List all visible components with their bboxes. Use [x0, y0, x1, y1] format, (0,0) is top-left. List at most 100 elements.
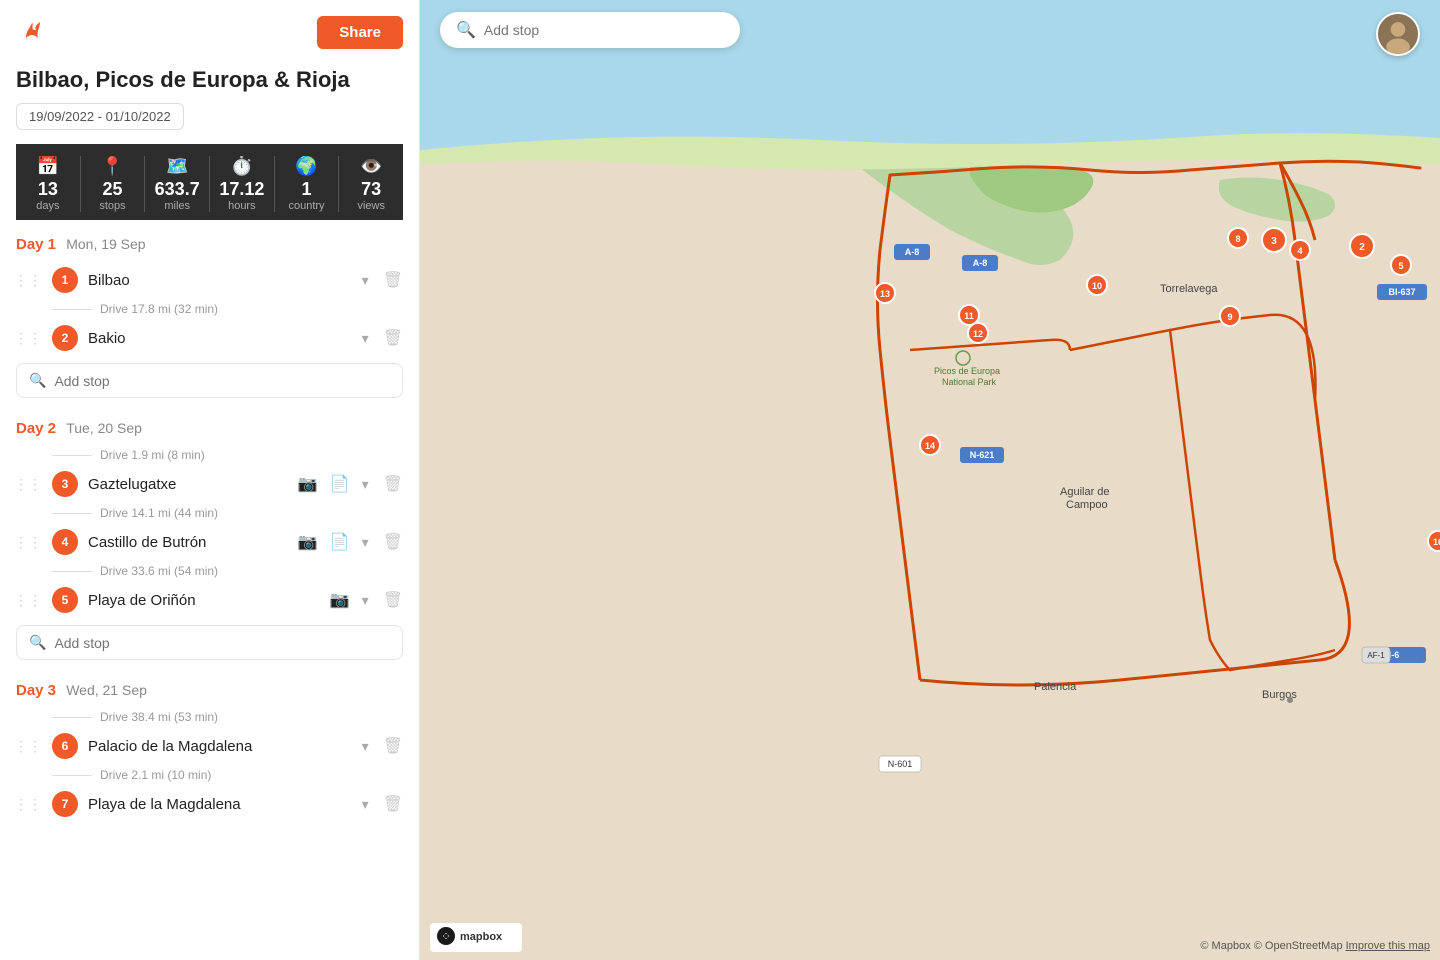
stop-bakio-button[interactable]: Bakio: [84, 330, 352, 347]
table-row: ⋮⋮ 2 Bakio ▾ 🗑: [0, 319, 419, 357]
clock-icon: ⏱️: [231, 156, 253, 177]
drive-info-3-4: Drive 14.1 mi (44 min): [0, 503, 419, 523]
stat-country-value: 1: [302, 180, 312, 200]
stat-hours: ⏱️ 17.12 hours: [210, 156, 275, 212]
day-1-section: Day 1 Mon, 19 Sep ⋮⋮ 1 Bilbao ▾ 🗑 Drive …: [0, 220, 419, 398]
svg-text:11: 11: [964, 311, 974, 321]
svg-text:N-621: N-621: [970, 450, 995, 460]
drag-handle[interactable]: ⋮⋮: [10, 476, 46, 493]
day-2-label: Day 2: [16, 420, 56, 437]
drag-handle[interactable]: ⋮⋮: [10, 592, 46, 609]
trip-title: Bilbao, Picos de Europa & Rioja: [16, 67, 403, 93]
drag-handle[interactable]: ⋮⋮: [10, 330, 46, 347]
svg-text:5: 5: [1398, 261, 1403, 271]
stat-days-label: days: [36, 200, 59, 212]
stop-castillo-button[interactable]: Castillo de Butrón: [84, 534, 288, 551]
calendar-icon: 📅: [37, 156, 59, 177]
stop-1-actions: ▾ 🗑: [358, 268, 409, 292]
expand-stop-4-button[interactable]: ▾: [358, 532, 373, 553]
note-icon-3[interactable]: 📄: [326, 472, 354, 496]
map-area: 🔍: [420, 0, 1440, 960]
stat-stops-value: 25: [102, 180, 122, 200]
svg-text:12: 12: [973, 329, 983, 339]
photo-icon-3[interactable]: 📷: [294, 472, 322, 496]
stop-number-2: 2: [52, 325, 78, 351]
mapbox-attribution: © Mapbox © OpenStreetMap: [1200, 940, 1345, 952]
stop-5-actions: 📷 ▾ 🗑: [326, 588, 409, 612]
mapbox-logo: mapbox: [430, 923, 522, 952]
svg-text:8: 8: [1235, 234, 1240, 244]
stop-orion-button[interactable]: Playa de Oriñón: [84, 592, 320, 609]
table-row: ⋮⋮ 3 Gaztelugatxe 📷 📄 ▾ 🗑: [0, 465, 419, 503]
table-row: ⋮⋮ 6 Palacio de la Magdalena ▾ 🗑: [0, 727, 419, 765]
day-2-header: Day 2 Tue, 20 Sep: [0, 404, 419, 445]
delete-stop-6-button[interactable]: 🗑: [377, 734, 409, 758]
map-search-input[interactable]: [484, 22, 724, 38]
search-icon: 🔍: [456, 20, 476, 40]
drag-handle[interactable]: ⋮⋮: [10, 796, 46, 813]
svg-text:3: 3: [1271, 236, 1277, 247]
stop-playa-magdalena-button[interactable]: Playa de la Magdalena: [84, 796, 352, 813]
stat-hours-value: 17.12: [219, 180, 264, 200]
stop-gaztelugatxe-button[interactable]: Gaztelugatxe: [84, 476, 288, 493]
stop-bilbao-button[interactable]: Bilbao: [84, 272, 352, 289]
expand-stop-5-button[interactable]: ▾: [358, 590, 373, 611]
svg-text:Torrelavega: Torrelavega: [1160, 283, 1218, 295]
stat-stops: 📍 25 stops: [81, 156, 146, 212]
day-3-section: Day 3 Wed, 21 Sep Drive 38.4 mi (53 min)…: [0, 666, 419, 823]
stop-palacio-button[interactable]: Palacio de la Magdalena: [84, 738, 352, 755]
stop-number-1: 1: [52, 267, 78, 293]
svg-text:Aguilar de: Aguilar de: [1060, 486, 1110, 498]
svg-text:mapbox: mapbox: [460, 931, 503, 943]
svg-text:16: 16: [1433, 537, 1440, 547]
delete-stop-3-button[interactable]: 🗑: [377, 472, 409, 496]
stop-number-6: 6: [52, 733, 78, 759]
svg-text:National Park: National Park: [942, 377, 997, 387]
add-stop-day1[interactable]: 🔍: [16, 363, 403, 398]
drive-info-4-5: Drive 33.6 mi (54 min): [0, 561, 419, 581]
expand-stop-1-button[interactable]: ▾: [358, 270, 373, 291]
photo-icon-5[interactable]: 📷: [326, 588, 354, 612]
stats-bar: 📅 13 days 📍 25 stops 🗺️ 633.7 miles ⏱️ 1…: [16, 144, 403, 220]
stop-number-4: 4: [52, 529, 78, 555]
stat-miles: 🗺️ 633.7 miles: [145, 156, 210, 212]
expand-stop-3-button[interactable]: ▾: [358, 474, 373, 495]
globe-icon: 🌍: [295, 156, 317, 177]
table-row: ⋮⋮ 4 Castillo de Butrón 📷 📄 ▾ 🗑: [0, 523, 419, 561]
drag-handle[interactable]: ⋮⋮: [10, 272, 46, 289]
delete-stop-5-button[interactable]: 🗑: [377, 588, 409, 612]
trip-dates: 19/09/2022 - 01/10/2022: [16, 103, 184, 130]
improve-map-link[interactable]: Improve this map: [1346, 940, 1430, 952]
add-stop-input-day2[interactable]: [54, 635, 390, 651]
add-stop-day2[interactable]: 🔍: [16, 625, 403, 660]
top-bar: Share: [16, 12, 403, 53]
photo-icon-4[interactable]: 📷: [294, 530, 322, 554]
day-2-section: Day 2 Tue, 20 Sep Drive 1.9 mi (8 min) ⋮…: [0, 404, 419, 660]
svg-text:14: 14: [925, 441, 935, 451]
day-3-date: Wed, 21 Sep: [66, 682, 147, 698]
note-icon-4[interactable]: 📄: [326, 530, 354, 554]
delete-stop-1-button[interactable]: 🗑: [377, 268, 409, 292]
drive-info-6-7: Drive 2.1 mi (10 min): [0, 765, 419, 785]
share-button[interactable]: Share: [317, 16, 403, 49]
user-avatar[interactable]: [1376, 12, 1420, 56]
map-attribution: © Mapbox © OpenStreetMap Improve this ma…: [1200, 940, 1430, 952]
delete-stop-7-button[interactable]: 🗑: [377, 792, 409, 816]
pin-icon: 📍: [101, 156, 123, 177]
drive-info-1: Drive 17.8 mi (32 min): [0, 299, 419, 319]
drag-handle[interactable]: ⋮⋮: [10, 738, 46, 755]
delete-stop-4-button[interactable]: 🗑: [377, 530, 409, 554]
map-canvas: A-8 A-8 N-621 A-12 BI-637 N-6 AF-1 Torre…: [420, 0, 1440, 960]
map-icon: 🗺️: [166, 156, 188, 177]
map-search-bar[interactable]: 🔍: [440, 12, 740, 48]
expand-stop-2-button[interactable]: ▾: [358, 328, 373, 349]
delete-stop-2-button[interactable]: 🗑: [377, 326, 409, 350]
day-3-label: Day 3: [16, 682, 56, 699]
search-icon-small-2: 🔍: [29, 634, 46, 651]
expand-stop-6-button[interactable]: ▾: [358, 736, 373, 757]
drag-handle[interactable]: ⋮⋮: [10, 534, 46, 551]
stat-views: 👁️ 73 views: [339, 156, 403, 212]
add-stop-input-day1[interactable]: [54, 373, 390, 389]
stat-views-label: views: [357, 200, 385, 212]
expand-stop-7-button[interactable]: ▾: [358, 794, 373, 815]
